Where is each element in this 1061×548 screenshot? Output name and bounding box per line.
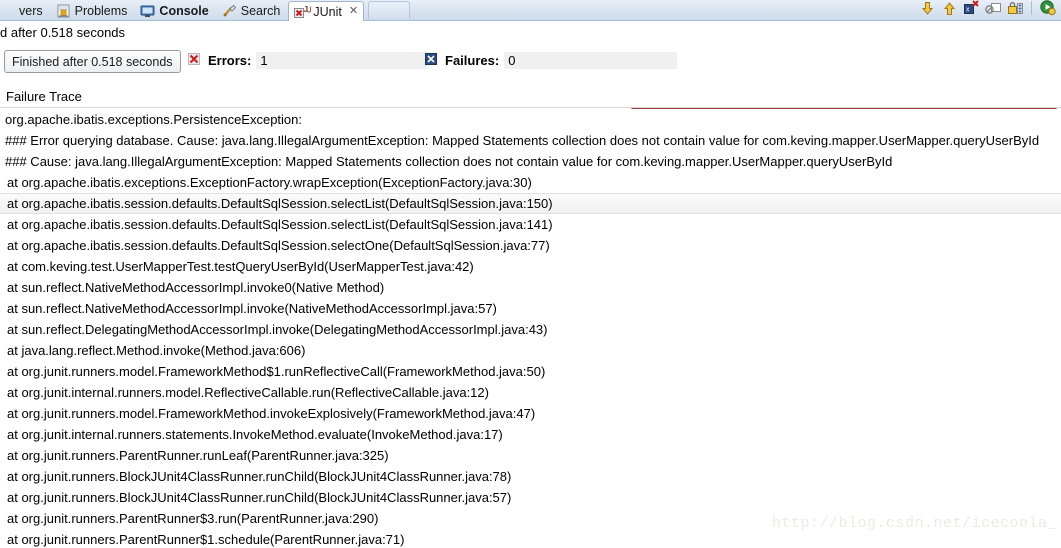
tab-problems-label: Problems <box>74 3 128 18</box>
problems-icon <box>56 4 71 18</box>
tab-search[interactable]: Search <box>217 1 289 20</box>
counter-panel: Finished after 0.518 seconds Errors: 1 F… <box>0 44 1061 110</box>
trace-row[interactable]: at org.junit.runners.model.FrameworkMeth… <box>0 403 1061 424</box>
trace-row[interactable]: at org.junit.runners.BlockJUnit4ClassRun… <box>0 466 1061 487</box>
failure-trace-title: Failure Trace <box>6 89 82 104</box>
trace-row[interactable]: at org.apache.ibatis.exceptions.Exceptio… <box>0 172 1061 193</box>
junit-view: vers Problems Console Search J U JUnit ✕… <box>0 0 1061 548</box>
trace-row[interactable]: org.apache.ibatis.exceptions.Persistence… <box>0 109 1061 130</box>
show-failures-only-icon[interactable]: x <box>963 0 980 17</box>
trace-row[interactable]: at org.junit.runners.model.FrameworkMeth… <box>0 361 1061 382</box>
failures-counter: Failures: 0 <box>425 50 678 70</box>
tab-overflow-stub[interactable] <box>368 1 411 19</box>
tab-list: vers Problems Console Search J U JUnit ✕ <box>0 0 411 21</box>
failures-label: Failures: <box>445 52 500 68</box>
trace-row[interactable]: at sun.reflect.NativeMethodAccessorImpl.… <box>0 298 1061 319</box>
tab-junit-label: JUnit <box>313 4 342 19</box>
rerun-test-icon[interactable] <box>1039 0 1056 17</box>
trace-row[interactable]: at org.apache.ibatis.session.defaults.De… <box>0 193 1061 214</box>
stop-icon[interactable] <box>985 0 1002 17</box>
tab-servers[interactable]: vers <box>0 1 51 20</box>
tab-console-label: Console <box>159 3 209 18</box>
errors-label: Errors: <box>208 52 252 68</box>
failure-trace-header: Failure Trace <box>0 86 1061 108</box>
next-failure-icon[interactable] <box>919 0 936 17</box>
errors-counter: Errors: 1 <box>188 50 430 70</box>
trace-row[interactable]: at org.junit.runners.BlockJUnit4ClassRun… <box>0 487 1061 508</box>
servers-icon <box>0 4 15 18</box>
trace-row[interactable]: at sun.reflect.NativeMethodAccessorImpl.… <box>0 277 1061 298</box>
trace-row[interactable]: at org.junit.runners.ParentRunner$1.sche… <box>0 529 1061 548</box>
svg-text:x: x <box>966 7 970 14</box>
tab-servers-label: vers <box>19 3 43 18</box>
view-toolbar: x <box>919 0 1061 20</box>
tab-search-label: Search <box>240 3 281 18</box>
junit-icon: J U <box>294 5 311 19</box>
errors-value: 1 <box>256 51 430 69</box>
trace-row[interactable]: at org.junit.runners.ParentRunner.runLea… <box>0 445 1061 466</box>
trace-row[interactable]: at org.apache.ibatis.session.defaults.De… <box>0 214 1061 235</box>
svg-text:U: U <box>306 5 311 14</box>
tab-console[interactable]: Console <box>135 1 216 20</box>
trace-row[interactable]: at com.keving.test.UserMapperTest.testQu… <box>0 256 1061 277</box>
finished-status-button[interactable]: Finished after 0.518 seconds <box>4 50 181 73</box>
trace-row[interactable]: at java.lang.reflect.Method.invoke(Metho… <box>0 340 1061 361</box>
trace-row[interactable]: ### Error querying database. Cause: java… <box>0 130 1061 151</box>
failures-value: 0 <box>504 51 678 69</box>
failure-icon <box>425 53 440 67</box>
status-line-text: d after 0.518 seconds <box>0 25 126 40</box>
close-icon[interactable]: ✕ <box>349 6 358 17</box>
status-line: d after 0.518 seconds <box>0 21 1061 44</box>
tab-junit[interactable]: J U JUnit ✕ <box>288 1 365 21</box>
toolbar-separator <box>1031 1 1032 15</box>
finished-status-label: Finished after 0.518 seconds <box>12 54 173 69</box>
trace-row[interactable]: at org.apache.ibatis.session.defaults.De… <box>0 235 1061 256</box>
view-tab-bar: vers Problems Console Search J U JUnit ✕… <box>0 0 1061 21</box>
search-icon <box>222 4 237 18</box>
console-icon <box>140 4 155 18</box>
previous-failure-icon[interactable] <box>941 0 958 17</box>
trace-row[interactable]: ### Cause: java.lang.IllegalArgumentExce… <box>0 151 1061 172</box>
trace-row[interactable]: at org.junit.internal.runners.statements… <box>0 424 1061 445</box>
trace-row[interactable]: at org.junit.internal.runners.model.Refl… <box>0 382 1061 403</box>
pin-test-run-icon[interactable] <box>1007 0 1024 17</box>
failure-trace-list[interactable]: org.apache.ibatis.exceptions.Persistence… <box>0 109 1061 548</box>
error-icon <box>188 53 203 67</box>
trace-row[interactable]: at org.junit.runners.ParentRunner$3.run(… <box>0 508 1061 529</box>
tab-problems[interactable]: Problems <box>51 1 136 20</box>
trace-row[interactable]: at sun.reflect.DelegatingMethodAccessorI… <box>0 319 1061 340</box>
